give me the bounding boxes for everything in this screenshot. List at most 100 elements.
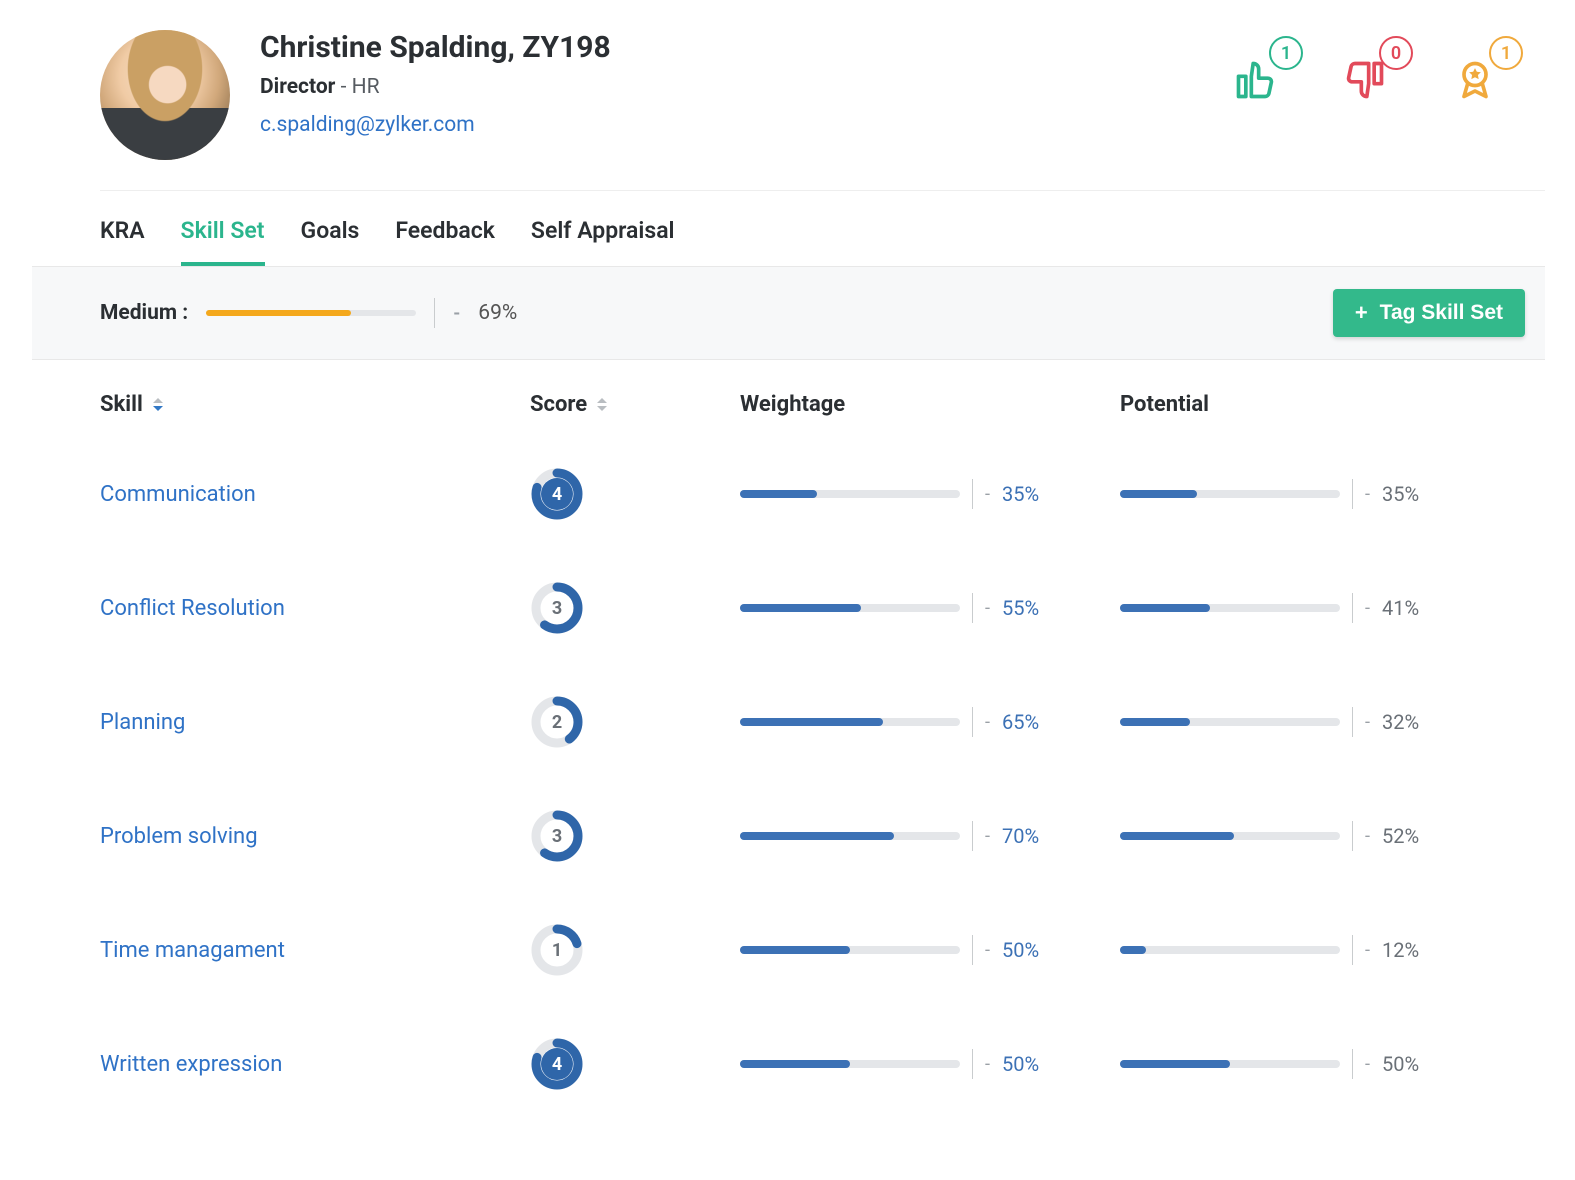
weightage-cell: -65% xyxy=(740,707,1120,737)
weightage-cell: -55% xyxy=(740,593,1120,623)
progress-separator xyxy=(1352,935,1353,965)
col-skill[interactable]: Skill xyxy=(100,392,530,417)
skill-name[interactable]: Problem solving xyxy=(100,824,530,849)
progress-fill xyxy=(740,832,894,840)
award-icon xyxy=(1453,58,1497,102)
progress-dash: - xyxy=(985,940,990,961)
potential-cell: -12% xyxy=(1120,935,1500,965)
tabs: KRA Skill Set Goals Feedback Self Appraisal xyxy=(100,191,1545,266)
skill-name[interactable]: Time managament xyxy=(100,938,530,963)
progress-dash: - xyxy=(1365,826,1370,847)
skill-name[interactable]: Written expression xyxy=(100,1052,530,1077)
progress-separator xyxy=(972,707,973,737)
profile-info: Christine Spalding, ZY198 Director - HR … xyxy=(260,30,611,137)
skill-name[interactable]: Conflict Resolution xyxy=(100,596,530,621)
score-donut: 1 xyxy=(530,923,584,977)
progress-track xyxy=(740,946,960,954)
progress-separator xyxy=(972,1049,973,1079)
progress-dash: - xyxy=(985,826,990,847)
progress-separator xyxy=(972,821,973,851)
progress-fill xyxy=(1120,604,1210,612)
profile-name: Christine Spalding, ZY198 xyxy=(260,30,611,65)
col-score[interactable]: Score xyxy=(530,392,740,417)
potential-cell: -50% xyxy=(1120,1049,1500,1079)
skill-name[interactable]: Planning xyxy=(100,710,530,735)
progress-dash: - xyxy=(1365,712,1370,733)
progress-track xyxy=(1120,604,1340,612)
score-value: 1 xyxy=(530,923,584,977)
table-row: Problem solving3-70%-52% xyxy=(100,779,1545,893)
medium-fill xyxy=(206,310,351,316)
sort-icon xyxy=(597,398,607,411)
reaction-badges: 1 0 1 xyxy=(1225,30,1545,110)
thumbs-up-icon xyxy=(1233,58,1277,102)
score-value: 4 xyxy=(530,467,584,521)
award-count: 1 xyxy=(1489,36,1523,70)
progress-separator xyxy=(1352,1049,1353,1079)
progress-label: 65% xyxy=(1002,710,1039,734)
progress-label: 35% xyxy=(1382,482,1419,506)
progress-track xyxy=(740,1060,960,1068)
weightage-cell: -35% xyxy=(740,479,1120,509)
score-value: 4 xyxy=(530,1037,584,1091)
progress-label: 52% xyxy=(1382,824,1419,848)
thumbs-up-badge[interactable]: 1 xyxy=(1225,50,1285,110)
table-row: Communication4-35%-35% xyxy=(100,437,1545,551)
progress-fill xyxy=(740,604,861,612)
progress-fill xyxy=(740,718,883,726)
medium-label: Medium : xyxy=(100,301,188,325)
progress-track xyxy=(740,604,960,612)
col-score-label: Score xyxy=(530,392,587,417)
table-row: Time managament1-50%-12% xyxy=(100,893,1545,1007)
progress-fill xyxy=(1120,490,1197,498)
tab-skill-set[interactable]: Skill Set xyxy=(181,217,265,266)
thumbs-down-badge[interactable]: 0 xyxy=(1335,50,1395,110)
score-value: 3 xyxy=(530,809,584,863)
award-badge[interactable]: 1 xyxy=(1445,50,1505,110)
potential-cell: -52% xyxy=(1120,821,1500,851)
progress-label: 50% xyxy=(1002,938,1039,962)
avatar[interactable] xyxy=(100,30,230,160)
progress-fill xyxy=(740,490,817,498)
score-donut: 4 xyxy=(530,467,584,521)
progress-track xyxy=(740,490,960,498)
thumbs-down-count: 0 xyxy=(1379,36,1413,70)
profile-left: Christine Spalding, ZY198 Director - HR … xyxy=(100,30,611,160)
progress-dash: - xyxy=(985,712,990,733)
tab-goals[interactable]: Goals xyxy=(301,217,360,266)
progress-dash: - xyxy=(985,598,990,619)
profile-email[interactable]: c.spalding@zylker.com xyxy=(260,113,611,137)
medium-bar: Medium : - 69% + Tag Skill Set xyxy=(32,266,1545,360)
progress-separator xyxy=(1352,593,1353,623)
profile-header: Christine Spalding, ZY198 Director - HR … xyxy=(100,30,1545,191)
medium-dash: - xyxy=(453,303,460,324)
progress-track xyxy=(1120,832,1340,840)
table-row: Conflict Resolution3-55%-41% xyxy=(100,551,1545,665)
progress-dash: - xyxy=(1365,598,1370,619)
progress-dash: - xyxy=(1365,940,1370,961)
progress-separator xyxy=(1352,479,1353,509)
role-dept: HR xyxy=(352,75,380,99)
medium-left: Medium : - 69% xyxy=(100,298,517,328)
tab-feedback[interactable]: Feedback xyxy=(395,217,495,266)
table-row: Written expression4-50%-50% xyxy=(100,1007,1545,1121)
profile-role: Director - HR xyxy=(260,75,611,99)
score-donut: 2 xyxy=(530,695,584,749)
progress-separator xyxy=(1352,821,1353,851)
progress-fill xyxy=(740,1060,850,1068)
progress-label: 50% xyxy=(1002,1052,1039,1076)
progress-dash: - xyxy=(1365,1054,1370,1075)
score-donut: 3 xyxy=(530,581,584,635)
tag-skill-set-button[interactable]: + Tag Skill Set xyxy=(1333,289,1525,337)
progress-track xyxy=(740,832,960,840)
skill-name[interactable]: Communication xyxy=(100,482,530,507)
plus-icon: + xyxy=(1355,302,1368,324)
progress-dash: - xyxy=(985,484,990,505)
progress-fill xyxy=(740,946,850,954)
skill-table: Skill Score Weightage Potential Communic… xyxy=(100,368,1545,1121)
table-body: Communication4-35%-35%Conflict Resolutio… xyxy=(100,437,1545,1121)
tab-kra[interactable]: KRA xyxy=(100,217,145,266)
tab-self-appraisal[interactable]: Self Appraisal xyxy=(531,217,675,266)
medium-separator xyxy=(434,298,435,328)
progress-label: 12% xyxy=(1382,938,1419,962)
